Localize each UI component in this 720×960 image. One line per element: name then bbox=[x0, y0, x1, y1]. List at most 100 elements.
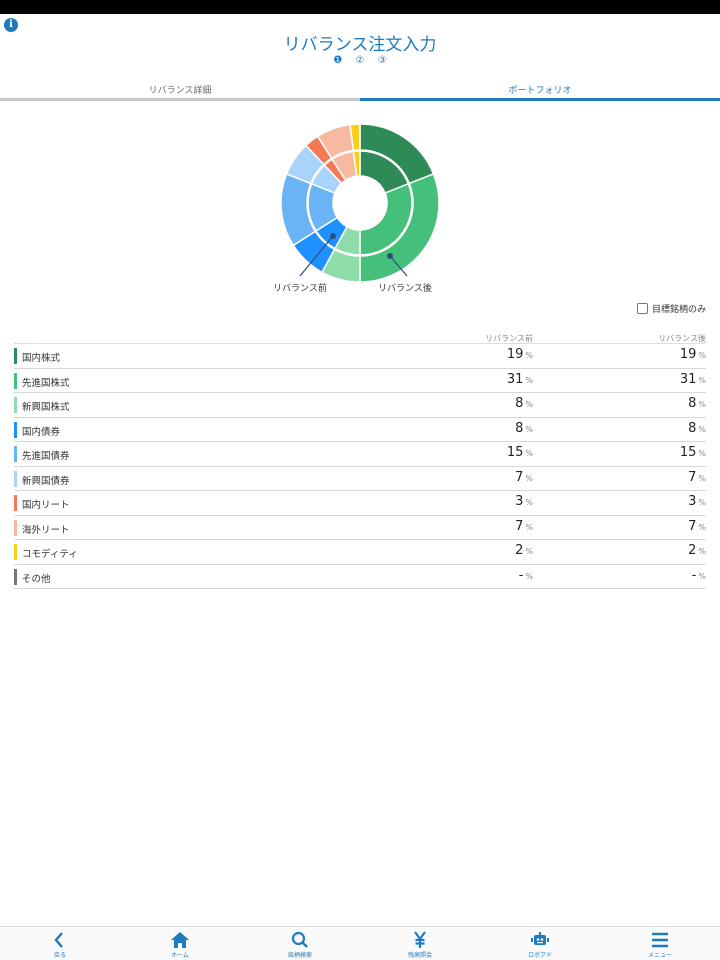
nav-home-label: ホーム bbox=[171, 952, 189, 959]
value-after-number: 8 bbox=[688, 396, 697, 411]
header-after: リバランス後 bbox=[658, 334, 706, 343]
table-row: 国内債券 8% 8% bbox=[14, 418, 706, 442]
nav-roboadvisor[interactable]: ロボアド bbox=[480, 927, 600, 960]
value-after-number: 3 bbox=[688, 494, 697, 509]
unit-percent: % bbox=[525, 424, 533, 434]
value-after: -% bbox=[692, 568, 706, 583]
unit-percent: % bbox=[525, 473, 533, 483]
value-after: 2% bbox=[688, 543, 706, 558]
table-row: 新興国株式 8% 8% bbox=[14, 393, 706, 418]
unit-percent: % bbox=[698, 473, 706, 483]
tab-portfolio[interactable]: ポートフォリオ bbox=[360, 80, 720, 101]
nav-search[interactable]: 銘柄検索 bbox=[240, 927, 360, 960]
unit-percent: % bbox=[698, 351, 706, 360]
target-only-label: 目標銘柄のみ bbox=[651, 305, 706, 315]
value-before-number: 7 bbox=[515, 469, 524, 485]
value-before-number: 15 bbox=[506, 445, 524, 460]
value-after-number: 7 bbox=[688, 518, 697, 534]
unit-percent: % bbox=[525, 571, 533, 581]
table-row: 新興国債券 7% 7% bbox=[14, 467, 706, 491]
value-before: 3% bbox=[515, 494, 533, 509]
value-before: 15% bbox=[507, 445, 533, 460]
value-after-number: 15 bbox=[679, 445, 697, 460]
value-after: 31% bbox=[680, 372, 706, 387]
menu-icon bbox=[652, 932, 668, 948]
unit-percent: % bbox=[525, 522, 533, 532]
unit-percent: % bbox=[698, 522, 706, 532]
target-only-checkbox[interactable] bbox=[636, 303, 648, 314]
table-row: 国内リート 3% 3% bbox=[14, 491, 706, 516]
nav-search-label: 銘柄検索 bbox=[287, 952, 312, 959]
nav-back[interactable]: 戻る bbox=[0, 927, 120, 960]
header-before: リバランス前 bbox=[485, 334, 533, 343]
robot-icon bbox=[531, 932, 549, 945]
target-only-filter[interactable]: 目標銘柄のみ bbox=[636, 302, 706, 315]
unit-percent: % bbox=[525, 351, 533, 360]
unit-percent: % bbox=[525, 449, 533, 458]
category-color-bar bbox=[14, 568, 17, 585]
category-color-bar bbox=[14, 421, 17, 438]
value-after: 19% bbox=[680, 347, 706, 362]
category-name: 国内リート bbox=[22, 500, 70, 511]
category-color-bar bbox=[14, 397, 17, 413]
value-after: 8% bbox=[688, 421, 706, 436]
before-leader-dot bbox=[330, 233, 336, 239]
category-name: 先進国株式 bbox=[22, 377, 70, 389]
unit-percent: % bbox=[698, 400, 706, 409]
value-before: 31% bbox=[507, 372, 533, 387]
nav-menu-label: メニュー bbox=[647, 952, 672, 959]
value-before: 7% bbox=[515, 519, 533, 534]
yen-icon bbox=[414, 931, 426, 948]
value-after-number: - bbox=[691, 567, 697, 583]
table-row: 先進国株式 31% 31% bbox=[14, 369, 706, 393]
category-color-bar bbox=[14, 372, 17, 389]
value-before: -% bbox=[519, 568, 533, 583]
value-before-number: - bbox=[518, 567, 524, 583]
label-after: リバランス後 bbox=[378, 284, 432, 294]
portfolio-donut-chart bbox=[280, 123, 440, 283]
page-title: リバランス注文入力 bbox=[283, 35, 437, 55]
step-1: ❶ bbox=[333, 55, 343, 66]
bottom-navigation: 戻る ホーム 銘柄検索 残高照会 ロボアド メニュー bbox=[0, 926, 720, 960]
nav-menu[interactable]: メニュー bbox=[600, 927, 720, 960]
status-bar bbox=[0, 0, 720, 14]
category-color-bar bbox=[14, 470, 17, 487]
category-color-bar bbox=[14, 519, 17, 536]
unit-percent: % bbox=[698, 547, 706, 556]
nav-home[interactable]: ホーム bbox=[120, 927, 240, 960]
unit-percent: % bbox=[525, 375, 533, 385]
value-after-number: 31 bbox=[679, 371, 697, 387]
tab-rebalance-detail[interactable]: リバランス詳細 bbox=[0, 80, 360, 101]
category-name: 新興国債券 bbox=[22, 475, 70, 487]
step-3: ③ bbox=[377, 55, 387, 66]
step-indicator: ❶ ② ③ bbox=[0, 55, 720, 66]
value-after: 7% bbox=[688, 519, 706, 534]
table-row: 国内株式 19% 19% bbox=[14, 344, 706, 369]
table-row: 海外リート 7% 7% bbox=[14, 516, 706, 540]
category-name: 先進国債券 bbox=[22, 451, 70, 462]
back-icon bbox=[54, 932, 63, 948]
value-after-number: 19 bbox=[679, 347, 697, 362]
nav-balance[interactable]: 残高照会 bbox=[360, 927, 480, 960]
allocation-table: リバランス前 リバランス後 国内株式 19% 19% 先進国株式 31% 31% 新興国株式… bbox=[14, 333, 706, 589]
unit-percent: % bbox=[525, 547, 533, 556]
unit-percent: % bbox=[698, 449, 706, 458]
value-before: 2% bbox=[515, 543, 533, 558]
value-before-number: 8 bbox=[515, 420, 524, 436]
unit-percent: % bbox=[698, 498, 706, 507]
category-color-bar bbox=[14, 446, 17, 462]
step-2: ② bbox=[355, 55, 365, 66]
category-name: その他 bbox=[22, 573, 51, 585]
value-after: 3% bbox=[688, 494, 706, 509]
category-name: 海外リート bbox=[22, 524, 70, 536]
value-before-number: 3 bbox=[515, 494, 524, 509]
nav-balance-label: 残高照会 bbox=[407, 952, 432, 959]
category-color-bar bbox=[14, 495, 17, 511]
table-row: コモディティ 2% 2% bbox=[14, 540, 706, 565]
category-name: コモディティ bbox=[22, 549, 78, 560]
table-row: その他 -% -% bbox=[14, 565, 706, 589]
category-name: 国内債券 bbox=[22, 426, 61, 438]
value-after-number: 7 bbox=[688, 469, 697, 485]
value-after-number: 2 bbox=[688, 543, 697, 558]
value-after: 7% bbox=[688, 470, 706, 485]
